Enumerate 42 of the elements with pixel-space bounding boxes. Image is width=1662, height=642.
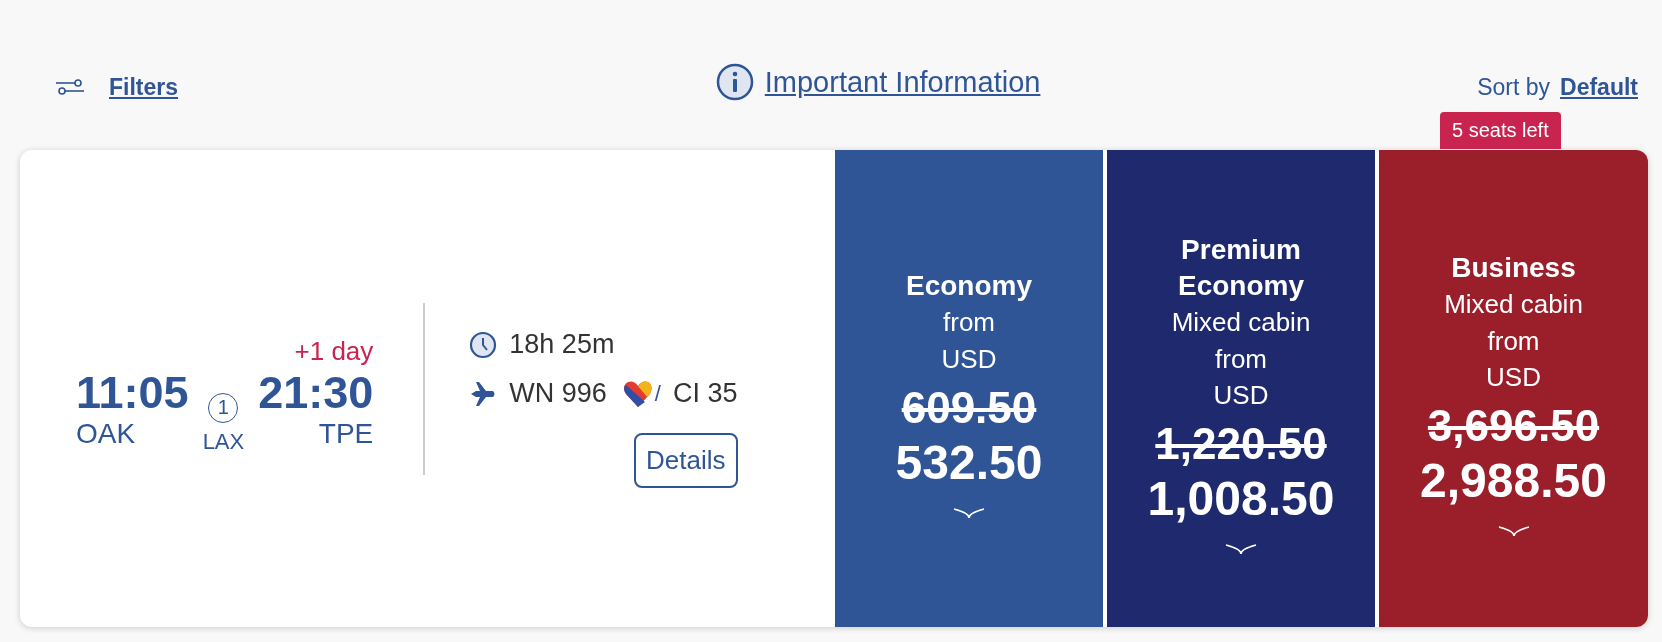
departure-airport: OAK [76,417,137,451]
price: 2,988.50 [1420,453,1607,510]
price: 1,008.50 [1147,471,1335,528]
original-price: 1,220.50 [1155,419,1327,470]
details-button[interactable]: Details [634,433,738,488]
cabin-note: Mixed cabin [1444,288,1583,322]
currency: USD [1486,360,1541,394]
info-icon [714,62,755,102]
clock-icon [469,330,498,359]
cabin-note: Mixed cabin [1171,306,1311,340]
separator: / [654,380,661,407]
filter-icon [55,79,85,95]
cabin-name: Premium Economy [1177,232,1305,303]
seats-left-badge: 5 seats left [1440,112,1561,149]
chevron-down-icon [1225,543,1257,556]
cabin-name: Business [1450,250,1577,285]
from-label: from [1487,324,1540,358]
next-day-label: +1 day [294,336,374,368]
fare-option[interactable]: Premium Economy Mixed cabin from USD 1,220.50 1,008.50 [1107,150,1375,627]
filters-link[interactable]: Filters [109,73,179,101]
flight-number: CI 35 [673,378,738,409]
from-label: from [1215,342,1267,376]
currency: USD [1213,379,1269,413]
stop-airport: LAX [202,428,245,455]
original-price: 3,696.50 [1427,401,1600,452]
duration: 18h 25m [509,329,615,360]
sort-link[interactable]: Default [1560,73,1638,101]
sort-label: Sort by [1477,73,1551,101]
flight-number: WN 996 [509,378,607,409]
arrival-airport: TPE [318,417,374,451]
important-information-link[interactable]: Important Information [764,65,1041,99]
cabin-name: Economy [905,268,1033,303]
currency: USD [941,342,997,376]
heart-icon [622,379,653,408]
departure-time: 11:05 [76,367,189,418]
arrival-time: 21:30 [258,367,374,418]
fare-option[interactable]: Economy from USD 609.50 532.50 [835,150,1103,627]
original-price: 609.50 [901,383,1037,434]
from-label: from [943,306,995,340]
chevron-down-icon [1497,525,1530,538]
chevron-down-icon [953,507,985,520]
price: 532.50 [895,435,1043,492]
